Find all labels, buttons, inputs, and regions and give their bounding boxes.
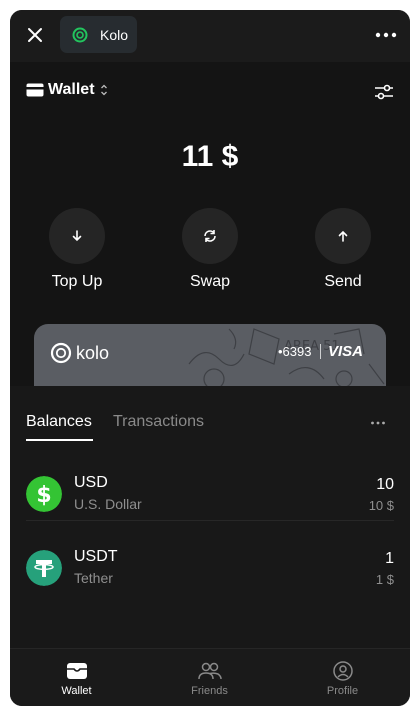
- send-button[interactable]: Send: [303, 208, 383, 291]
- nav-profile[interactable]: Profile: [276, 649, 409, 706]
- app-chip[interactable]: Kolo: [60, 16, 137, 53]
- top-up-label: Top Up: [51, 273, 103, 290]
- swap-icon: [204, 230, 216, 242]
- card-divider: [320, 344, 321, 359]
- asset-symbol: USDT: [74, 548, 118, 565]
- row-divider: [26, 520, 394, 521]
- visa-logo: VISA: [328, 343, 364, 360]
- send-label: Send: [324, 273, 362, 290]
- swap-label: Swap: [189, 273, 231, 290]
- arrow-up-icon: [338, 230, 348, 242]
- nav-friends-label: Friends: [191, 685, 228, 697]
- nav-wallet-label: Wallet: [61, 685, 92, 697]
- balances-sheet: Balances Transactions $ USD U.S. Dollar …: [10, 386, 410, 648]
- wallet-title: Wallet: [48, 81, 95, 98]
- tether-icon: [26, 550, 62, 586]
- swap-button[interactable]: Swap: [170, 208, 250, 291]
- tab-balances[interactable]: Balances: [26, 413, 92, 431]
- active-tab-indicator: [26, 439, 93, 441]
- card-brand-text: kolo: [76, 342, 110, 363]
- nav-wallet[interactable]: Wallet: [10, 649, 143, 706]
- svg-text:$: $: [36, 483, 51, 508]
- close-icon[interactable]: [24, 24, 46, 46]
- app-window: Kolo Wallet 11 $ Top Up Swap Send AREA 5…: [10, 10, 410, 706]
- payment-card[interactable]: AREA 51 kolo •6393 VISA: [34, 324, 386, 394]
- wallet-icon: [66, 663, 87, 679]
- more-options-icon[interactable]: [374, 26, 398, 44]
- bottom-nav: Wallet Friends Profile: [10, 648, 410, 706]
- top-up-button[interactable]: Top Up: [37, 208, 117, 291]
- wallet-selector[interactable]: Wallet: [26, 81, 109, 99]
- kolo-logo-icon: [72, 27, 88, 42]
- app-name: Kolo: [100, 26, 129, 43]
- top-bar: Kolo: [10, 10, 410, 62]
- tab-transactions[interactable]: Transactions: [113, 413, 204, 431]
- asset-symbol: USD: [74, 474, 108, 491]
- asset-name: U.S. Dollar: [74, 496, 142, 512]
- arrow-down-icon: [72, 230, 82, 242]
- asset-row-usdt[interactable]: USDT Tether 1 1 $: [26, 546, 394, 606]
- asset-value: 10 $: [368, 498, 394, 513]
- card-number: •6393: [278, 344, 312, 359]
- nav-friends[interactable]: Friends: [143, 649, 276, 706]
- asset-value: 1 $: [375, 572, 394, 587]
- sheet-more-icon[interactable]: [370, 419, 386, 427]
- dollar-icon: $: [26, 476, 62, 512]
- friends-icon: [197, 662, 222, 680]
- profile-icon: [332, 661, 353, 681]
- asset-name: Tether: [74, 570, 113, 586]
- asset-row-usd[interactable]: $ USD U.S. Dollar 10 10 $: [26, 472, 394, 532]
- asset-amount: 1: [385, 550, 394, 567]
- chevron-updown-icon: [100, 84, 107, 96]
- nav-profile-label: Profile: [326, 685, 359, 697]
- filter-settings-icon[interactable]: [374, 82, 394, 102]
- card-brand: kolo: [50, 342, 109, 364]
- asset-amount: 10: [376, 476, 394, 493]
- card-icon: [26, 83, 44, 97]
- total-balance: 11 $: [181, 140, 239, 173]
- kolo-card-logo-icon: [50, 342, 72, 364]
